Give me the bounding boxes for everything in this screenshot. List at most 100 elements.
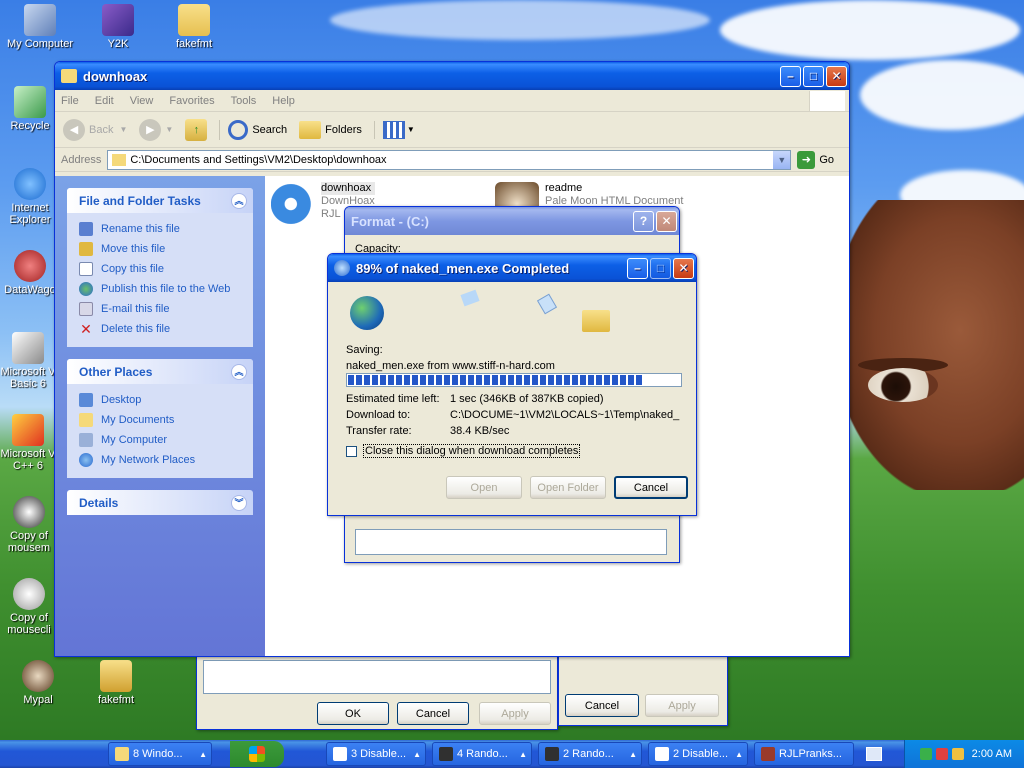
panel-header[interactable]: Details ︾ [67, 490, 253, 515]
task-email[interactable]: E-mail this file [79, 299, 241, 319]
props-cancel-button[interactable]: Cancel [565, 694, 639, 717]
cancel-button[interactable]: Cancel [614, 476, 688, 499]
desktop-icon-fakefmt-zip[interactable]: fakefmt [76, 660, 156, 706]
window-title: downhoax [83, 68, 148, 84]
address-input[interactable]: C:\Documents and Settings\VM2\Desktop\do… [107, 149, 792, 170]
menu-tools[interactable]: Tools [231, 95, 257, 107]
visual-cpp-icon [12, 414, 44, 446]
file-name: downhoax [321, 182, 375, 195]
place-my-documents[interactable]: My Documents [79, 410, 241, 430]
close-button[interactable]: ✕ [826, 65, 847, 87]
taskbar-item-label: 3 Disable... [351, 748, 407, 760]
menu-file[interactable]: File [61, 95, 79, 107]
folder-up-icon: ↑ [185, 118, 208, 141]
place-network[interactable]: My Network Places [79, 450, 241, 470]
download-titlebar[interactable]: 89% of naked_men.exe Completed – □ ✕ [328, 254, 696, 282]
explorer-titlebar[interactable]: downhoax – □ ✕ [55, 62, 849, 90]
place-label: My Computer [101, 434, 168, 446]
tray-app-icon[interactable] [919, 748, 932, 760]
taskbar-item-random-2[interactable]: 2 Rando... ▲ [538, 742, 642, 766]
panel-title: Other Places [79, 364, 153, 379]
task-delete[interactable]: ✕ Delete this file [79, 319, 241, 339]
taskbar-item-windows[interactable]: 8 Windo... ▲ [108, 742, 212, 766]
format-cancel-button[interactable]: Cancel [397, 702, 469, 725]
chevron-down-icon[interactable]: ︾ [231, 494, 247, 511]
panel-header[interactable]: Other Places ︽ [67, 359, 253, 384]
address-bar: Address C:\Documents and Settings\VM2\De… [55, 148, 849, 172]
open-folder-button[interactable]: Open Folder [530, 476, 606, 499]
tray-app-icon[interactable] [935, 748, 948, 760]
keyboard-icon[interactable] [866, 747, 882, 761]
open-button[interactable]: Open [446, 476, 522, 499]
start-button[interactable] [230, 741, 284, 767]
format-titlebar[interactable]: Format - (C:) ? ✕ [345, 207, 679, 235]
close-button[interactable]: ✕ [673, 257, 694, 279]
taskbar-item-disable-3[interactable]: 3 Disable... ▲ [326, 742, 426, 766]
menu-edit[interactable]: Edit [95, 95, 114, 107]
place-desktop[interactable]: Desktop [79, 390, 241, 410]
checkbox-box[interactable] [346, 445, 357, 457]
desktop-icon-mypal[interactable]: Mypal [0, 660, 78, 706]
system-tray: 2:00 AM [904, 740, 1024, 768]
flying-page-icon [460, 289, 480, 307]
task-publish[interactable]: Publish this file to the Web [79, 279, 241, 299]
maximize-button[interactable]: □ [803, 65, 824, 87]
computer-icon [24, 4, 56, 36]
close-when-done-checkbox[interactable]: Close this dialog when download complete… [346, 444, 581, 458]
format-ok-button[interactable]: OK [317, 702, 389, 725]
folder-icon [178, 4, 210, 36]
go-button[interactable]: ➜ Go [797, 150, 834, 169]
task-copy[interactable]: Copy this file [79, 259, 241, 279]
up-button[interactable]: ↑ [185, 118, 208, 141]
panel-header[interactable]: File and Folder Tasks ︽ [67, 188, 253, 213]
details-panel: Details ︾ [67, 490, 253, 515]
rename-icon [79, 222, 93, 236]
address-dropdown-icon[interactable]: ▼ [773, 150, 791, 169]
menu-help[interactable]: Help [272, 95, 295, 107]
forward-arrow-icon: ▶ [139, 118, 162, 141]
computer-icon [79, 433, 93, 447]
tray-app-icon[interactable] [951, 748, 964, 760]
desktop-icon-my-computer[interactable]: My Computer [0, 4, 80, 50]
task-label: Delete this file [101, 323, 171, 335]
minimize-button[interactable]: – [627, 257, 648, 279]
flying-page-icon [536, 293, 558, 315]
other-places-panel: Other Places ︽ Desktop My Documents My C… [67, 359, 253, 478]
taskbar-item-label: RJLPranks... [779, 748, 842, 760]
views-button[interactable]: ▼ [373, 120, 415, 139]
format-apply-button[interactable]: Apply [479, 702, 551, 725]
desktop-icon-label: Microsoft V Basic 6 [0, 366, 56, 390]
minimize-button[interactable]: – [780, 65, 801, 87]
chevron-up-icon: ▲ [629, 749, 637, 759]
search-label: Search [252, 123, 288, 136]
chevron-up-icon: ▲ [199, 749, 207, 759]
back-button[interactable]: ◀ Back ▼ [63, 118, 127, 141]
task-move[interactable]: Move this file [79, 239, 241, 259]
props-apply-button[interactable]: Apply [645, 694, 719, 717]
help-button[interactable]: ? [633, 210, 654, 232]
taskbar-item-rjlpranks[interactable]: RJLPranks... [754, 742, 854, 766]
taskbar-item-random-4[interactable]: 4 Rando... ▲ [432, 742, 532, 766]
search-button[interactable]: Search [219, 119, 288, 140]
taskbar-item-disable-2[interactable]: 2 Disable... ▲ [648, 742, 748, 766]
chevron-up-icon[interactable]: ︽ [231, 363, 247, 380]
folder-icon [112, 153, 127, 166]
move-icon [79, 242, 93, 256]
format-dialog-lower: OK Cancel Apply [196, 656, 558, 730]
folder-icon [115, 747, 129, 761]
taskbar-item-label: 2 Disable... [673, 748, 729, 760]
close-button[interactable]: ✕ [656, 210, 677, 232]
menu-favorites[interactable]: Favorites [169, 95, 214, 107]
desktop-icon-y2k[interactable]: Y2K [78, 4, 158, 50]
place-my-computer[interactable]: My Computer [79, 430, 241, 450]
copy-icon [79, 262, 93, 276]
clock[interactable]: 2:00 AM [972, 748, 1012, 760]
folders-button[interactable]: Folders [299, 120, 362, 139]
menu-view[interactable]: View [130, 95, 154, 107]
chevron-up-icon[interactable]: ︽ [231, 192, 247, 209]
chevron-up-icon: ▲ [413, 749, 421, 759]
desktop-icon-fakefmt-folder[interactable]: fakefmt [154, 4, 234, 50]
forward-button[interactable]: ▶ ▼ [139, 118, 173, 141]
desktop-icon-label: Y2K [107, 38, 129, 50]
task-rename[interactable]: Rename this file [79, 219, 241, 239]
